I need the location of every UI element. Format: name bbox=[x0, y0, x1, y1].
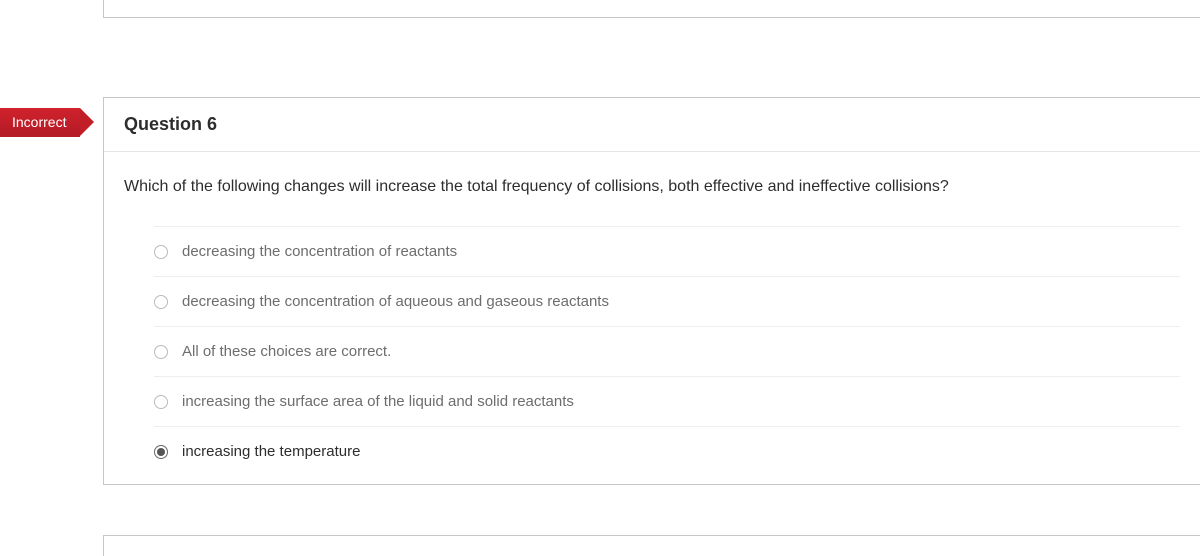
option-row[interactable]: All of these choices are correct. bbox=[154, 326, 1180, 376]
next-question-top bbox=[103, 535, 1200, 556]
option-row[interactable]: increasing the temperature bbox=[154, 426, 1180, 484]
question-container: Question 6 Which of the following change… bbox=[103, 97, 1200, 485]
option-row[interactable]: increasing the surface area of the liqui… bbox=[154, 376, 1180, 426]
radio-icon[interactable] bbox=[154, 295, 168, 309]
option-label: decreasing the concentration of reactant… bbox=[182, 243, 457, 260]
radio-icon[interactable] bbox=[154, 245, 168, 259]
status-badge: Incorrect bbox=[0, 108, 80, 137]
question-body: Which of the following changes will incr… bbox=[104, 152, 1200, 484]
radio-icon[interactable] bbox=[154, 345, 168, 359]
status-text: Incorrect bbox=[12, 114, 66, 130]
question-title: Question 6 bbox=[124, 114, 1180, 135]
option-row[interactable]: decreasing the concentration of aqueous … bbox=[154, 276, 1180, 326]
radio-icon[interactable] bbox=[154, 445, 168, 459]
option-label: All of these choices are correct. bbox=[182, 343, 391, 360]
options-list: decreasing the concentration of reactant… bbox=[124, 226, 1180, 484]
option-label: increasing the temperature bbox=[182, 443, 360, 460]
previous-question-bottom bbox=[103, 0, 1200, 18]
question-header: Question 6 bbox=[104, 98, 1200, 152]
option-label: decreasing the concentration of aqueous … bbox=[182, 293, 609, 310]
question-text: Which of the following changes will incr… bbox=[124, 176, 1180, 198]
radio-icon[interactable] bbox=[154, 395, 168, 409]
option-label: increasing the surface area of the liqui… bbox=[182, 393, 574, 410]
option-row[interactable]: decreasing the concentration of reactant… bbox=[154, 226, 1180, 276]
